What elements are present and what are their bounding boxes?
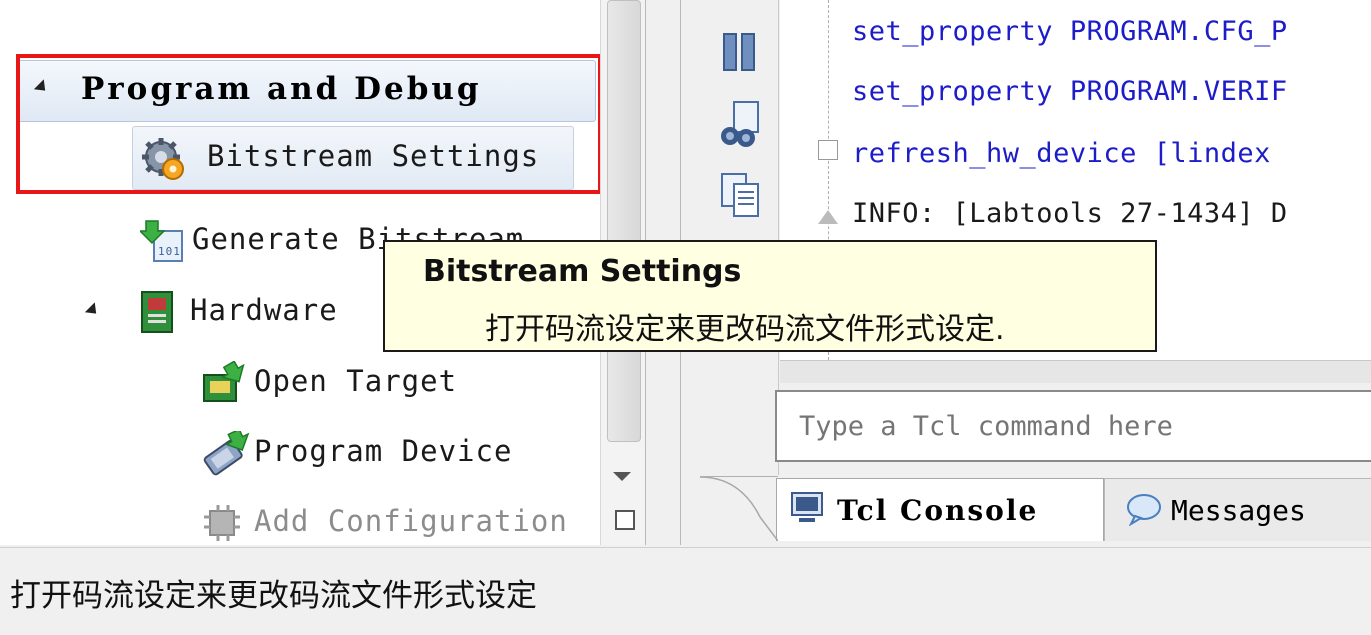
pause-icon[interactable] xyxy=(720,30,760,74)
console-line: set_property PROGRAM.CFG_P xyxy=(852,16,1288,47)
nav-item-label: Open Target xyxy=(254,364,458,398)
tab-messages[interactable]: Messages xyxy=(1104,478,1371,541)
fold-marker-icon[interactable] xyxy=(818,140,838,160)
hardware-board-icon xyxy=(138,290,178,333)
nav-item-label: Program Device xyxy=(254,434,513,468)
tooltip: Bitstream Settings 打开码流设定来更改码流文件形式设定. xyxy=(383,240,1157,352)
generate-bitstream-icon: 101 xyxy=(138,219,183,262)
nav-item-label: Add Configuration xyxy=(254,504,568,538)
nav-item-program-device[interactable]: Program Device xyxy=(202,426,512,476)
tooltip-title: Bitstream Settings xyxy=(423,254,742,289)
fold-end-marker-icon xyxy=(818,210,838,224)
speech-bubble-icon xyxy=(1125,492,1165,528)
tab-tcl-console[interactable]: Tcl Console xyxy=(776,478,1104,541)
add-configuration-icon xyxy=(202,501,242,541)
tooltip-description: 打开码流设定来更改码流文件形式设定. xyxy=(485,312,1005,347)
nav-item-label: Hardware xyxy=(190,293,338,327)
console-line: set_property PROGRAM.VERIF xyxy=(852,76,1288,107)
svg-text:101: 101 xyxy=(158,245,181,258)
console-line: INFO: [Labtools 27-1434] D xyxy=(852,198,1288,229)
nav-item-add-configuration[interactable]: Add Configuration xyxy=(202,496,568,545)
collapse-triangle-icon[interactable] xyxy=(84,301,102,319)
copy-icon[interactable] xyxy=(718,170,762,220)
tcl-command-input[interactable] xyxy=(775,390,1371,462)
scrollbar-thumb[interactable] xyxy=(607,0,641,442)
find-binoculars-icon[interactable] xyxy=(718,100,762,150)
scroll-down-arrow-icon[interactable] xyxy=(613,472,631,481)
tab-label: Messages xyxy=(1171,493,1306,527)
nav-item-open-target[interactable]: Open Target xyxy=(202,356,457,406)
status-bar: 打开码流设定来更改码流文件形式设定 xyxy=(0,547,1371,635)
horizontal-scrollbar[interactable] xyxy=(780,360,1371,383)
console-monitor-icon xyxy=(789,490,829,530)
console-line: refresh_hw_device [lindex xyxy=(852,138,1271,169)
nav-item-hardware[interactable]: Hardware xyxy=(84,285,338,335)
program-device-icon xyxy=(202,428,250,476)
open-target-icon xyxy=(202,360,245,402)
restore-square-icon[interactable] xyxy=(615,510,635,530)
status-text: 打开码流设定来更改码流文件形式设定 xyxy=(10,578,537,614)
console-toolbar xyxy=(700,0,779,475)
tab-label: Tcl Console xyxy=(837,493,1039,527)
tab-strip-left xyxy=(699,476,779,542)
red-highlight-box xyxy=(16,54,602,194)
